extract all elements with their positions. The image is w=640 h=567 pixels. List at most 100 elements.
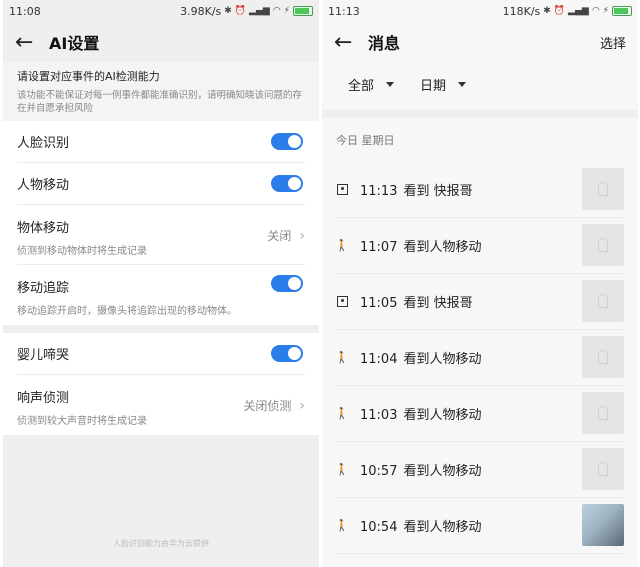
snapshot-thumbnail[interactable]: [582, 224, 624, 266]
setting-description: 侦测到移动物体时将生成记录: [17, 246, 147, 257]
image-placeholder-icon: [598, 238, 608, 252]
detection-settings-group-2: 婴儿啼哭 响声侦测 侦测到较大声音时将生成记录 关闭侦测 ›: [3, 333, 319, 435]
setting-value: 关闭侦测: [243, 399, 292, 413]
message-item[interactable]: 11:13 看到 快报哥: [336, 162, 624, 218]
setting-motion-tracking[interactable]: 移动追踪 移动追踪开启时，摄像头将追踪出现的移动物体。: [17, 265, 305, 325]
message-time: 11:03: [360, 408, 398, 423]
chevron-right-icon: ›: [299, 397, 305, 414]
snapshot-thumbnail[interactable]: [582, 280, 624, 322]
setting-sound-detection[interactable]: 响声侦测 侦测到较大声音时将生成记录 关闭侦测 ›: [17, 375, 305, 435]
image-placeholder-icon: [598, 350, 608, 364]
setting-label: 移动追踪: [17, 281, 70, 296]
message-time: 11:07: [360, 240, 398, 255]
message-text: 11:07 看到人物移动: [360, 236, 481, 255]
walking-person-icon: 🚶: [335, 407, 349, 420]
message-desc: 看到 快报哥: [403, 296, 473, 311]
setting-label: 物体移动: [17, 221, 70, 236]
back-arrow-icon[interactable]: ←: [334, 30, 364, 55]
filter-label: 全部: [348, 78, 375, 94]
caret-down-icon: [386, 81, 395, 87]
image-placeholder-icon: [598, 406, 608, 420]
select-button[interactable]: 选择: [600, 33, 626, 52]
walking-person-icon: 🚶: [335, 239, 349, 252]
status-bar: 11:08 3.98K/s ✱ ⏰ ▂▄▆ ◠ ⚡: [3, 0, 319, 22]
signal-icon: ▂▄▆: [249, 6, 270, 16]
disclaimer-title: 请设置对应事件的AI检测能力: [17, 70, 160, 83]
message-item[interactable]: 🚶 11:04 看到人物移动: [335, 330, 624, 386]
back-arrow-icon[interactable]: ←: [15, 30, 45, 55]
snapshot-thumbnail[interactable]: [582, 448, 624, 490]
snapshot-photo-thumbnail[interactable]: [582, 504, 624, 546]
face-icon: [336, 296, 348, 308]
setting-person-movement[interactable]: 人物移动: [17, 163, 305, 205]
ai-settings-screen: 11:08 3.98K/s ✱ ⏰ ▂▄▆ ◠ ⚡ ← AI设置 请设置对应事件…: [3, 0, 319, 567]
snapshot-thumbnail[interactable]: [582, 168, 624, 210]
message-item[interactable]: 🚶 10:54 看到人物移动: [335, 498, 624, 554]
message-desc: 看到人物移动: [403, 520, 482, 535]
page-title: AI设置: [49, 34, 100, 53]
battery-icon: [293, 6, 313, 16]
message-text: 11:04 看到人物移动: [360, 348, 481, 367]
image-placeholder-icon: [598, 182, 608, 196]
screenshot-pair: 11:08 3.98K/s ✱ ⏰ ▂▄▆ ◠ ⚡ ← AI设置 请设置对应事件…: [0, 0, 640, 567]
title-bar: ← 消息 选择: [322, 22, 638, 62]
baby-crying-toggle[interactable]: [271, 345, 303, 362]
status-icons: 118K/s ✱ ⏰ ▂▄▆ ◠ ⚡: [503, 5, 632, 18]
status-bar: 11:13 118K/s ✱ ⏰ ▂▄▆ ◠ ⚡: [322, 0, 638, 22]
message-time: 11:04: [360, 352, 398, 367]
wifi-icon: ◠: [272, 6, 281, 16]
face-icon: [336, 184, 348, 196]
message-time: 10:54: [360, 520, 398, 535]
page-title: 消息: [368, 34, 401, 53]
message-desc: 看到人物移动: [403, 240, 482, 255]
title-bar: ← AI设置: [3, 22, 319, 62]
message-item[interactable]: 🚶 11:03 看到人物移动: [335, 386, 624, 442]
filter-bar: 全部 日期: [322, 62, 638, 106]
motion-tracking-toggle[interactable]: [271, 275, 303, 292]
setting-label: 人脸识别: [17, 136, 70, 151]
message-item[interactable]: 11:05 看到 快报哥: [336, 274, 624, 330]
face-recognition-toggle[interactable]: [271, 133, 303, 150]
setting-value-wrap: 关闭侦测 ›: [243, 397, 305, 414]
setting-label: 人物移动: [17, 178, 70, 193]
status-time: 11:08: [9, 4, 41, 18]
setting-object-movement[interactable]: 物体移动 侦测到移动物体时将生成记录 关闭 ›: [17, 205, 305, 265]
bluetooth-icon: ✱: [543, 6, 551, 16]
setting-face-recognition[interactable]: 人脸识别: [17, 121, 305, 163]
image-placeholder-icon: [598, 294, 608, 308]
setting-baby-crying[interactable]: 婴儿啼哭: [17, 333, 305, 375]
message-time: 11:13: [360, 184, 398, 199]
message-text: 11:03 看到人物移动: [360, 404, 481, 423]
message-time: 11:05: [360, 296, 398, 311]
setting-label: 婴儿啼哭: [17, 348, 70, 363]
walking-person-icon: 🚶: [335, 463, 349, 476]
message-text: 11:13 看到 快报哥: [360, 180, 473, 199]
filter-all-dropdown[interactable]: 全部: [348, 75, 395, 94]
battery-icon: [612, 6, 632, 16]
setting-value-wrap: 关闭 ›: [267, 227, 305, 244]
message-text: 10:57 看到人物移动: [360, 460, 481, 479]
setting-value: 关闭: [267, 229, 292, 243]
message-desc: 看到 快报哥: [403, 184, 473, 199]
snapshot-thumbnail[interactable]: [582, 336, 624, 378]
disclaimer-section: 请设置对应事件的AI检测能力 该功能不能保证对每一例事件都能准确识别，请明确知晓…: [3, 62, 319, 121]
filter-date-dropdown[interactable]: 日期: [420, 75, 467, 94]
status-icons: 3.98K/s ✱ ⏰ ▂▄▆ ◠ ⚡: [180, 5, 313, 18]
messages-screen: 11:13 118K/s ✱ ⏰ ▂▄▆ ◠ ⚡ ← 消息 选择 全部 日期 今…: [322, 0, 638, 567]
walking-person-icon: 🚶: [335, 519, 349, 532]
date-header: 今日 星期日: [336, 134, 395, 147]
network-speed: 3.98K/s: [180, 4, 222, 18]
charging-icon: ⚡: [283, 6, 290, 16]
snapshot-thumbnail[interactable]: [582, 392, 624, 434]
walking-person-icon: 🚶: [335, 351, 349, 364]
message-item[interactable]: 🚶 11:07 看到人物移动: [335, 218, 624, 274]
person-movement-toggle[interactable]: [271, 175, 303, 192]
signal-icon: ▂▄▆: [568, 6, 589, 16]
chevron-right-icon: ›: [299, 227, 305, 244]
message-item[interactable]: 🚶 10:57 看到人物移动: [335, 442, 624, 498]
charging-icon: ⚡: [602, 6, 609, 16]
setting-description: 移动追踪开启时，摄像头将追踪出现的移动物体。: [17, 306, 237, 317]
image-placeholder-icon: [598, 462, 608, 476]
wifi-icon: ◠: [591, 6, 600, 16]
message-list: 11:13 看到 快报哥 🚶 11:07 看到人物移动 11:05 看到 快报哥 🚶 …: [322, 162, 638, 554]
